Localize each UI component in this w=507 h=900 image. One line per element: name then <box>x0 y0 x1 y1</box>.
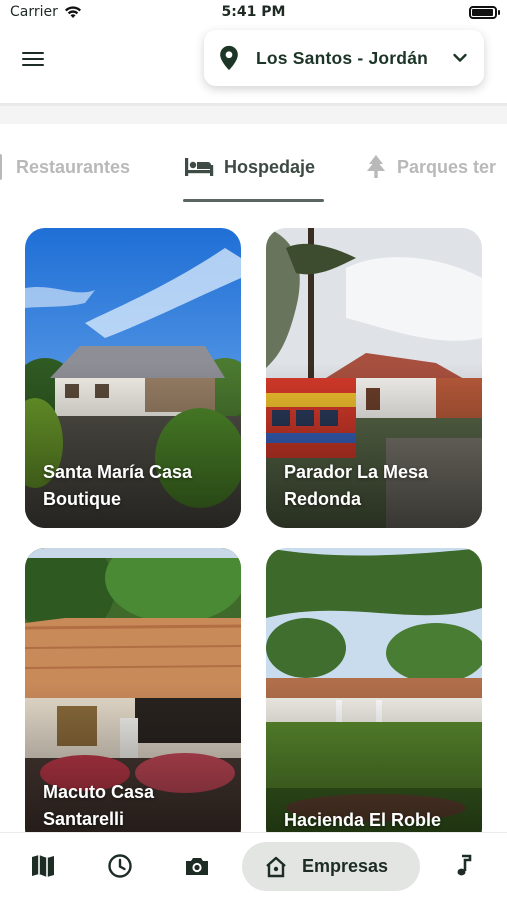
bottom-navigation: Empresas <box>0 832 507 900</box>
status-bar: Carrier 5:41 PM <box>0 0 507 26</box>
location-label: Los Santos - Jordán <box>256 47 429 68</box>
menu-line <box>22 63 44 66</box>
tab-label: Restaurantes <box>16 156 131 177</box>
hamburger-menu-button[interactable] <box>22 48 48 70</box>
tab-parques[interactable]: Parques ter <box>365 148 496 186</box>
fork-knife-icon <box>0 154 2 180</box>
card-title: Parador La Mesa Redonda <box>284 462 429 509</box>
card-title: Hacienda El Roble <box>284 810 442 830</box>
tab-restaurantes[interactable]: Restaurantes <box>0 148 130 186</box>
bed-icon <box>185 158 214 176</box>
empresas-nav-button[interactable]: Empresas <box>242 842 420 891</box>
tree-icon <box>367 155 385 178</box>
lodging-card[interactable]: Santa María Casa Boutique <box>25 228 241 528</box>
lodging-card[interactable]: Parador La Mesa Redonda <box>266 228 482 528</box>
status-time: 5:41 PM <box>221 4 286 20</box>
card-title: Macuto Casa Santarelli <box>43 782 155 829</box>
menu-line <box>22 51 44 54</box>
tab-hospedaje[interactable]: Hospedaje <box>184 148 315 186</box>
map-icon[interactable] <box>30 853 56 879</box>
top-header: Los Santos - Jordán <box>0 26 507 106</box>
clock-icon[interactable] <box>107 853 133 879</box>
camera-icon[interactable] <box>184 853 210 879</box>
battery-icon <box>469 6 500 19</box>
header-divider <box>0 106 507 124</box>
chevron-down-icon <box>453 53 467 62</box>
lodging-card[interactable]: Macuto Casa Santarelli <box>25 548 241 848</box>
empresas-label: Empresas <box>302 856 389 876</box>
active-tab-indicator <box>183 199 324 202</box>
music-note-icon[interactable] <box>451 853 477 879</box>
location-selector[interactable]: Los Santos - Jordán <box>204 30 484 86</box>
tab-label: Parques ter <box>397 156 497 177</box>
menu-line <box>22 57 44 60</box>
home-shop-icon <box>266 856 286 877</box>
lodging-card[interactable]: Hacienda El Roble <box>266 548 482 848</box>
location-pin-icon <box>220 45 238 71</box>
tab-label: Hospedaje <box>224 156 316 177</box>
card-title: Santa María Casa Boutique <box>43 462 193 509</box>
category-tabs: Restaurantes Hospedaje Parques ter <box>0 148 507 208</box>
